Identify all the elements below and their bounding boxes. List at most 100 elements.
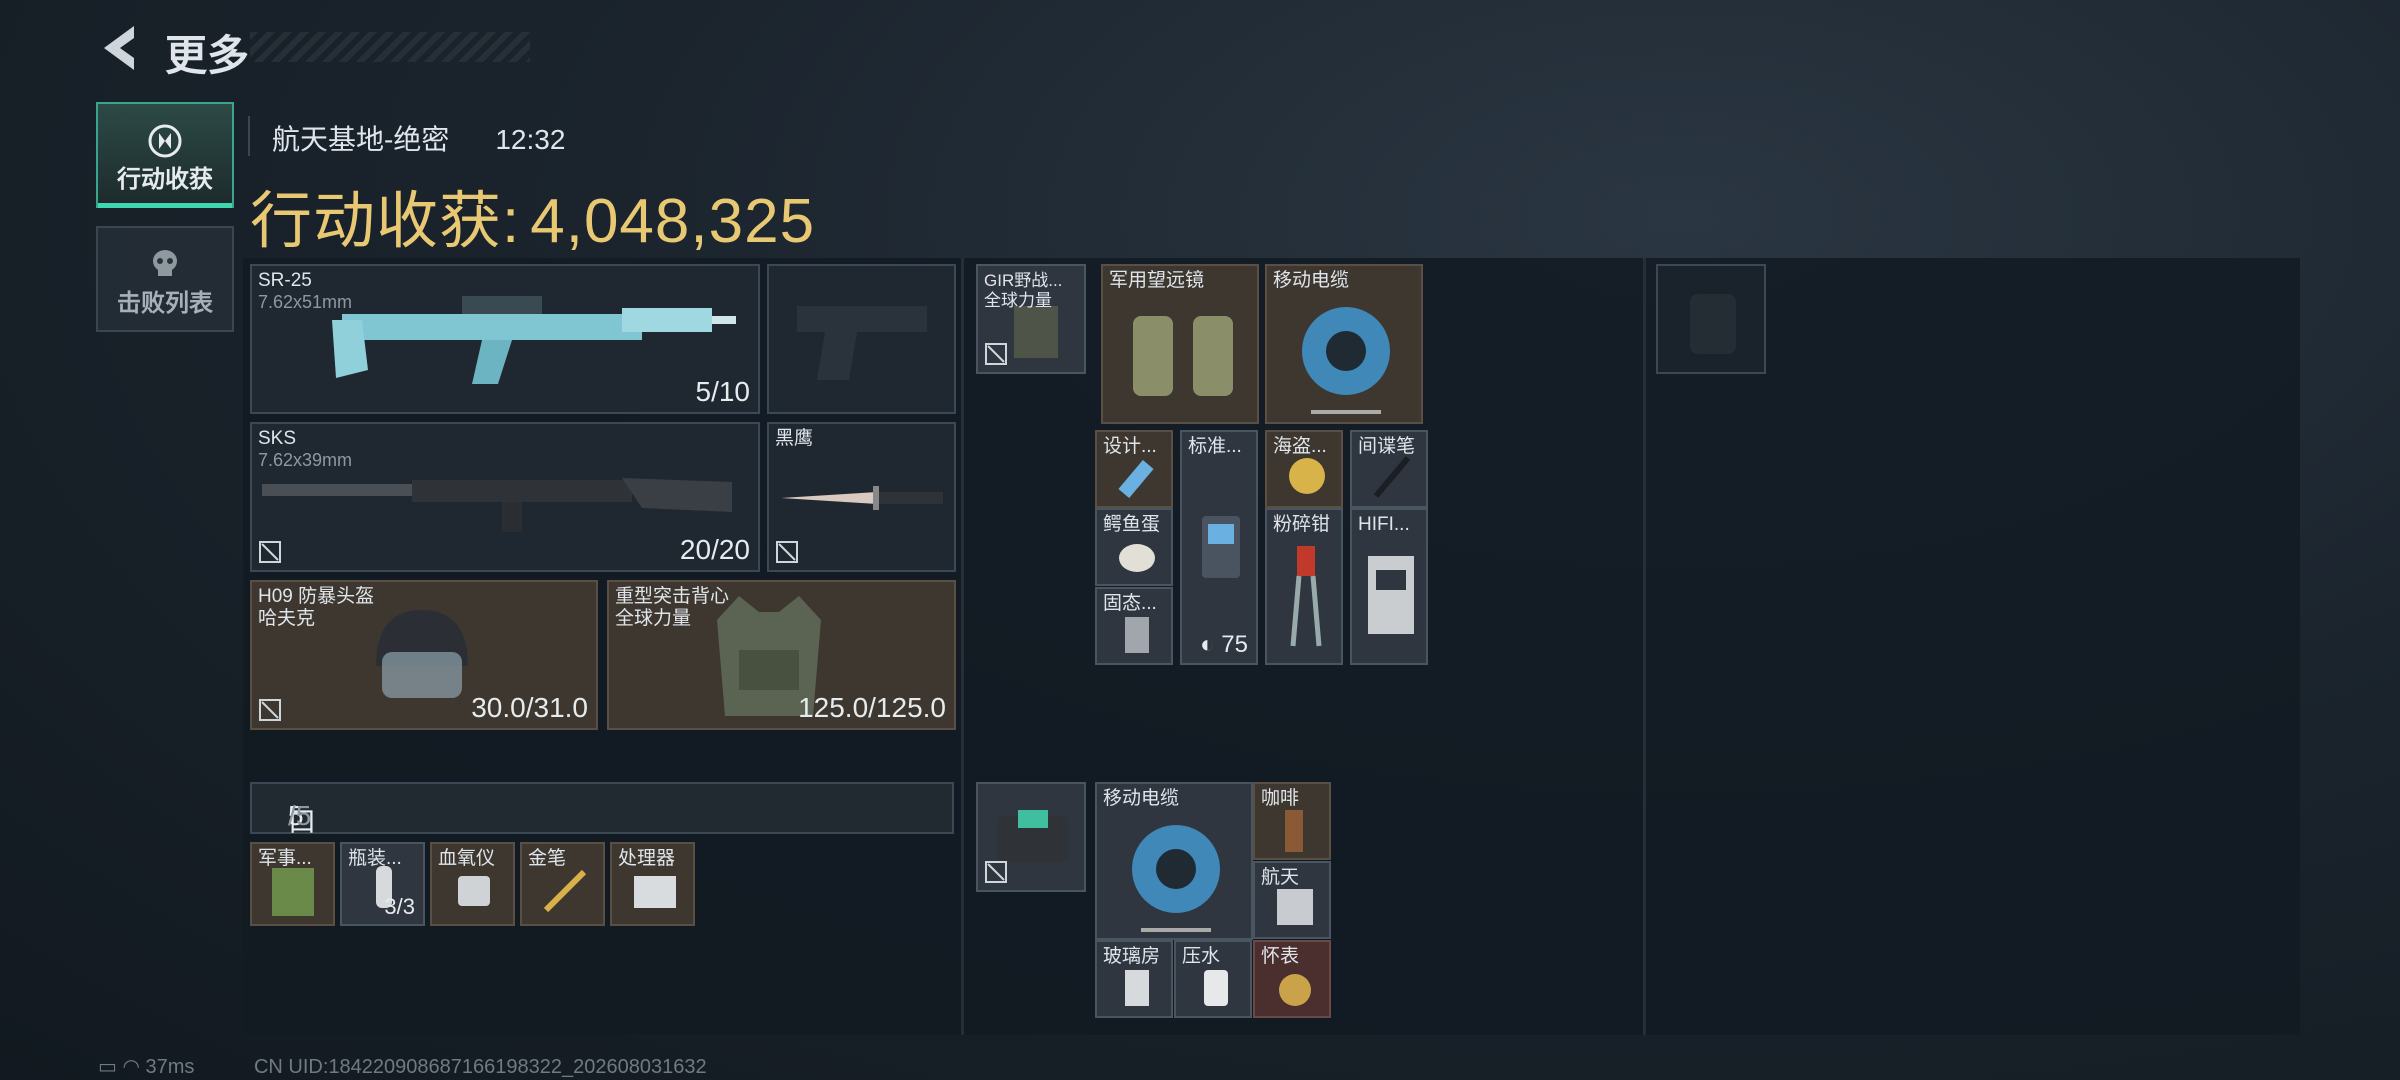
- item-count: 3/3: [384, 894, 415, 919]
- wifi-icon: ◠: [122, 1056, 146, 1078]
- column-separator: [1643, 258, 1646, 1035]
- pocket-total: /5: [288, 800, 312, 831]
- rig-item[interactable]: 标准... ◐ 75: [1180, 430, 1258, 665]
- rig-item[interactable]: 海盗...: [1265, 430, 1343, 508]
- earnings-total: 行动收获: 4,048,325: [250, 170, 815, 260]
- unlock-icon: [259, 541, 281, 563]
- space-part-icon: [1277, 889, 1313, 925]
- unlock-icon: [985, 343, 1007, 365]
- back-arrow-icon[interactable]: [98, 22, 144, 74]
- chest-rig-brand: 全球力量: [984, 291, 1052, 310]
- rig-item[interactable]: 粉碎钳: [1265, 508, 1343, 665]
- backpack-item-name: 压水: [1182, 946, 1221, 967]
- helmet-brand: 哈夫克: [258, 608, 316, 629]
- weapon-slot-secondary[interactable]: [767, 264, 956, 414]
- ammo-count: 5/10: [695, 376, 751, 407]
- egg-icon: [1119, 544, 1155, 572]
- divider: [248, 116, 250, 156]
- weapon-slot-primary-2[interactable]: SKS 7.62x39mm 20/20: [250, 422, 760, 572]
- glass-icon: [1125, 970, 1149, 1006]
- column-separator: [961, 258, 964, 1035]
- circuit-board-icon: [1368, 556, 1414, 634]
- pocket-item[interactable]: 金笔: [520, 842, 605, 926]
- weapon-slot-primary[interactable]: SR-25 7.62x51mm 5/10: [250, 264, 760, 414]
- knife-icon: [781, 486, 943, 510]
- backpack-item-name: 玻璃房: [1103, 946, 1161, 967]
- pocket-item-name: 金笔: [528, 848, 567, 869]
- tab-loot[interactable]: 行动收获: [96, 102, 234, 208]
- weapon-name: SR-25: [258, 270, 312, 291]
- weapon-name: SKS: [258, 428, 297, 449]
- oximeter-icon: [458, 876, 490, 906]
- rig-item-name: 间谍笔: [1358, 436, 1416, 457]
- rig-item[interactable]: 鳄鱼蛋: [1095, 508, 1173, 586]
- processor-icon: [634, 876, 676, 908]
- spy-pen-icon: [1373, 456, 1411, 498]
- map-name: 航天基地-绝密: [272, 124, 450, 155]
- rig-item[interactable]: 固态...: [1095, 587, 1173, 665]
- rig-item-name: 标准...: [1188, 436, 1242, 457]
- match-time: 12:32: [495, 124, 566, 155]
- coffee-icon: [1285, 810, 1303, 852]
- shield-icon: ◐: [1200, 631, 1222, 658]
- ammo-count: 20/20: [679, 534, 750, 565]
- header-decoration: [250, 32, 530, 62]
- armor-slot[interactable]: 重型突击背心 全球力量 125.0/125.0: [607, 580, 956, 730]
- crusher-pliers-icon: [1290, 546, 1322, 647]
- chest-rig-slot[interactable]: GIR野战... 全球力量: [976, 264, 1086, 374]
- backpack-item-name: 航天: [1261, 867, 1300, 888]
- unlock-icon: [259, 699, 281, 721]
- armor-value-text: 75: [1221, 631, 1248, 658]
- tab-defeated-label: 击败列表: [117, 290, 213, 317]
- weapon-ammo: 7.62x51mm: [258, 292, 353, 312]
- loot-target-icon: [148, 124, 182, 158]
- ping: 37ms: [145, 1056, 195, 1078]
- rifle-icon: [332, 296, 736, 384]
- backpack-item[interactable]: 移动电缆: [1095, 782, 1253, 940]
- pen-icon: [543, 869, 587, 913]
- tab-defeated[interactable]: 击败列表: [96, 226, 234, 332]
- backpack-item[interactable]: 咖啡: [1253, 782, 1331, 860]
- tab-loot-label: 行动收获: [117, 166, 213, 193]
- skull-icon: [153, 250, 177, 276]
- backpack-item-name: 咖啡: [1261, 788, 1300, 809]
- rig-item[interactable]: HIFI...: [1350, 508, 1428, 665]
- pocket-item[interactable]: 瓶装... 3/3: [340, 842, 425, 926]
- rig-item-name: 海盗...: [1273, 436, 1327, 457]
- pocket-item-name: 处理器: [618, 848, 676, 869]
- chest-rig-name: GIR野战...: [984, 271, 1063, 290]
- pocket-item-name: 血氧仪: [438, 848, 496, 869]
- pocket-item[interactable]: 血氧仪: [430, 842, 515, 926]
- map-info: 航天基地-绝密 12:32: [272, 118, 611, 158]
- rig-item[interactable]: 军用望远镜: [1101, 264, 1259, 424]
- backpack-item-name: 怀表: [1261, 946, 1300, 967]
- page-title: 更多: [165, 32, 250, 79]
- pressure-water-icon: [1204, 970, 1228, 1006]
- pistol-icon: [797, 306, 927, 380]
- backpack-slot[interactable]: [976, 782, 1086, 892]
- backpack-item[interactable]: 怀表: [1253, 940, 1331, 1018]
- rig-item[interactable]: 移动电缆: [1265, 264, 1423, 424]
- backpack-item[interactable]: 航天: [1253, 861, 1331, 939]
- helmet-slot[interactable]: H09 防暴头盔 哈夫克 30.0/31.0: [250, 580, 598, 730]
- backpack-item[interactable]: 压水: [1174, 940, 1252, 1018]
- battery-icon: [1202, 516, 1240, 578]
- status-bar: ▭ ◠ 37ms CN UID:18422090868716619​8322_2…: [98, 1054, 707, 1079]
- ssd-icon: [1125, 617, 1149, 653]
- rig-item-name: 军用望远镜: [1109, 270, 1205, 291]
- pocket-watch-icon: [1279, 974, 1311, 1006]
- armor-durability: 125.0/125.0: [798, 692, 946, 723]
- pocket-item[interactable]: 处理器: [610, 842, 695, 926]
- helmet-name: H09 防暴头盔: [258, 586, 375, 607]
- rig-item[interactable]: 间谍笔: [1350, 430, 1428, 508]
- melee-slot[interactable]: 黑鹰: [767, 422, 956, 572]
- pocket-item[interactable]: 军事...: [250, 842, 335, 926]
- pocket-header: 口袋: 5/5: [250, 782, 954, 877]
- rig-item-name: 设计...: [1103, 436, 1157, 457]
- empty-slot[interactable]: [1656, 264, 1766, 374]
- backpack-item[interactable]: 玻璃房: [1095, 940, 1173, 1018]
- earnings-label: 行动收获:: [250, 187, 521, 256]
- rig-item[interactable]: 设计...: [1095, 430, 1173, 508]
- unlock-icon: [985, 861, 1007, 883]
- rig-item-name: HIFI...: [1358, 514, 1410, 535]
